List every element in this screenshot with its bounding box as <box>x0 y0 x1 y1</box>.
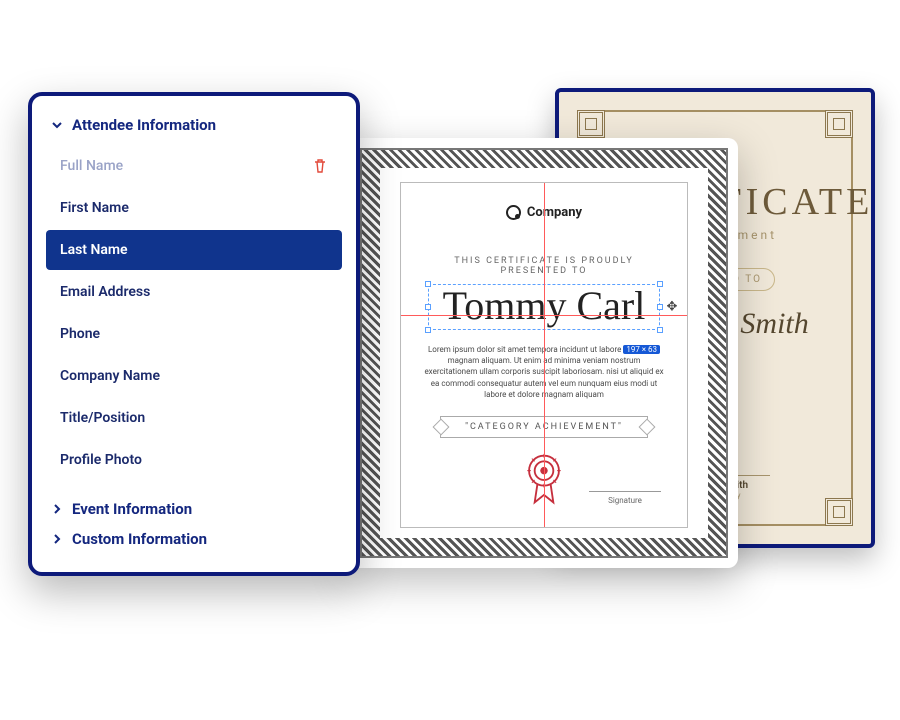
section-header-custom[interactable]: Custom Information <box>42 524 346 554</box>
field-label: Last Name <box>60 242 128 258</box>
section-header-event[interactable]: Event Information <box>42 494 346 524</box>
field-label: Phone <box>60 326 100 342</box>
attendee-fields-list: Full Name First Name Last Name Email Add… <box>46 146 342 480</box>
field-phone[interactable]: Phone <box>46 314 342 354</box>
field-email-address[interactable]: Email Address <box>46 272 342 312</box>
resize-handle-icon[interactable] <box>657 281 663 287</box>
field-label: Email Address <box>60 284 150 300</box>
field-label: First Name <box>60 200 129 216</box>
field-title-position[interactable]: Title/Position <box>46 398 342 438</box>
field-label: Profile Photo <box>60 452 142 468</box>
section-title: Attendee Information <box>72 116 216 134</box>
company-logo-icon <box>506 205 521 220</box>
signature-slot: Signature <box>589 491 661 505</box>
selection-dimensions-badge: 197 × 63 <box>623 345 660 354</box>
field-label: Title/Position <box>60 410 145 426</box>
resize-handle-icon[interactable] <box>657 304 663 310</box>
resize-handle-icon[interactable] <box>425 304 431 310</box>
resize-handle-icon[interactable] <box>657 327 663 333</box>
field-first-name[interactable]: First Name <box>46 188 342 228</box>
section-title: Custom Information <box>72 530 207 548</box>
chevron-right-icon <box>50 502 64 516</box>
fields-panel: Attendee Information Full Name First Nam… <box>28 92 360 576</box>
alignment-guide-horizontal <box>400 315 688 316</box>
resize-handle-icon[interactable] <box>425 281 431 287</box>
alignment-guide-vertical <box>544 182 545 528</box>
move-icon[interactable]: ✥ <box>666 300 677 315</box>
chevron-right-icon <box>50 532 64 546</box>
field-full-name[interactable]: Full Name <box>46 146 342 186</box>
field-company-name[interactable]: Company Name <box>46 356 342 396</box>
field-label: Full Name <box>60 158 123 174</box>
chevron-down-icon <box>50 118 64 132</box>
trash-icon[interactable] <box>312 158 328 174</box>
section-header-attendee[interactable]: Attendee Information <box>42 110 346 140</box>
section-title: Event Information <box>72 500 192 518</box>
field-profile-photo[interactable]: Profile Photo <box>46 440 342 480</box>
field-label: Company Name <box>60 368 160 384</box>
field-last-name[interactable]: Last Name <box>46 230 342 270</box>
resize-handle-icon[interactable] <box>425 327 431 333</box>
certificate-card-front[interactable]: Company THIS CERTIFICATE IS PROUDLY PRES… <box>350 138 738 568</box>
